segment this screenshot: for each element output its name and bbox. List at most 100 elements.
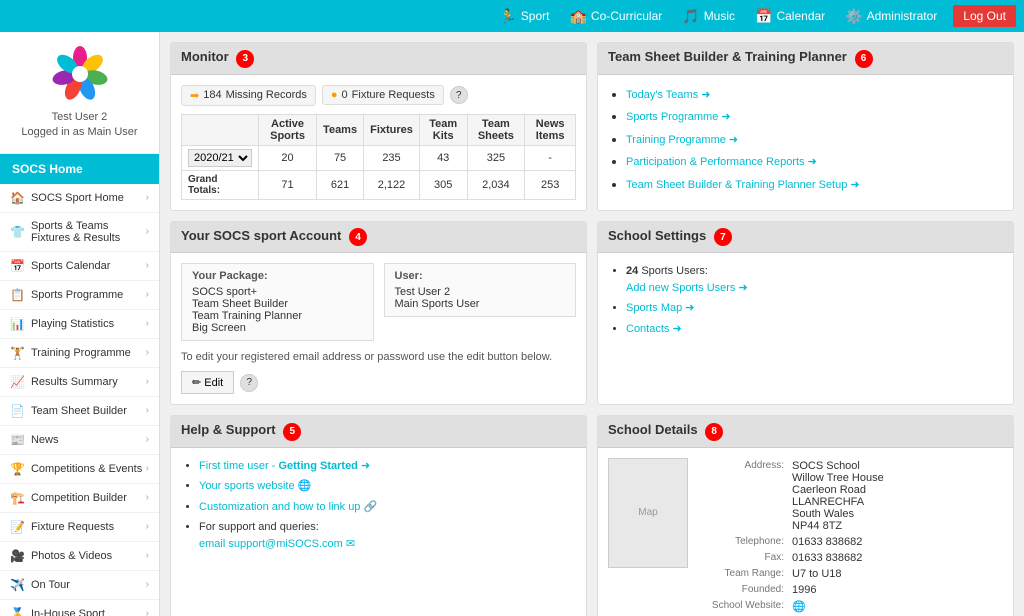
add-users-link[interactable]: Add new Sports Users ➜: [626, 282, 748, 294]
sidebar-item-in-house[interactable]: 🏅 In-House Sport ›: [0, 600, 159, 616]
results-icon: 📈: [10, 375, 25, 389]
monitor-help-button[interactable]: ?: [450, 86, 468, 104]
nav-item-cocurricular[interactable]: 🏫 Co-Curricular: [559, 0, 672, 32]
sports-programme-link[interactable]: Sports Programme ➜: [626, 111, 731, 123]
sidebar-username: Test User 2: [21, 110, 137, 125]
school-team-range-row: Team Range: U7 to U18: [698, 566, 1003, 582]
sidebar-item-sports-programme[interactable]: 📋 Sports Programme ›: [0, 281, 159, 310]
sport-icon: 🏃: [499, 8, 516, 25]
school-details-content: Map Address: SOCS SchoolWillow Tree Hous…: [608, 458, 1003, 616]
sidebar-item-sport-home[interactable]: 🏠 SOCS Sport Home ›: [0, 184, 159, 213]
todays-teams-link[interactable]: Today's Teams ➜: [626, 89, 710, 101]
monitor-row1-kits: 43: [419, 145, 467, 170]
sports-teams-label: Sports & TeamsFixtures & Results: [31, 220, 146, 244]
team-sheet-builder-links: Today's Teams ➜ Sports Programme ➜ Train…: [608, 85, 1003, 194]
first-time-link[interactable]: First time user - Getting Started ➜: [199, 460, 370, 472]
nav-item-sport[interactable]: 🏃 Sport: [489, 0, 559, 32]
sidebar-item-photos-videos[interactable]: 🎥 Photos & Videos ›: [0, 542, 159, 571]
account-help-button[interactable]: ?: [240, 374, 258, 392]
top-navigation: 🏃 Sport 🏫 Co-Curricular 🎵 Music 📅 Calend…: [0, 0, 1024, 32]
missing-records-badge[interactable]: ➡ 184 Missing Records: [181, 85, 316, 106]
account-user-role: Main Sports User: [395, 298, 566, 310]
sports-calendar-label: Sports Calendar: [31, 260, 146, 272]
sports-calendar-icon: 📅: [10, 259, 25, 273]
sidebar-user-info: Test User 2 Logged in as Main User: [21, 110, 137, 141]
playing-stats-icon: 📊: [10, 317, 25, 331]
school-settings-body: 24 Sports Users: Add new Sports Users ➜ …: [598, 253, 1013, 351]
school-map-placeholder: Map: [608, 458, 688, 568]
sidebar-item-on-tour[interactable]: ✈️ On Tour ›: [0, 571, 159, 600]
team-sheet-builder-title: Team Sheet Builder & Training Planner: [608, 49, 847, 64]
sidebar-item-news[interactable]: 📰 News ›: [0, 426, 159, 455]
school-website-row: School Website: 🌐: [698, 598, 1003, 615]
school-settings-sports-map: Sports Map ➜: [626, 300, 1003, 317]
school-website-link[interactable]: 🌐: [792, 601, 806, 613]
monitor-totals-sheets: 2,034: [467, 170, 525, 199]
competitions-label: Competitions & Events: [31, 463, 146, 475]
sports-website-link[interactable]: Your sports website 🌐: [199, 480, 311, 492]
monitor-alerts: ➡ 184 Missing Records ● 0 Fixture Reques…: [181, 85, 576, 106]
dashboard-grid: Monitor 3 ➡ 184 Missing Records ● 0 Fi: [170, 42, 1014, 616]
monitor-row1-teams: 75: [317, 145, 364, 170]
customization-link[interactable]: Customization and how to link up 🔗: [199, 501, 377, 513]
contacts-link[interactable]: Contacts ➜: [626, 323, 682, 335]
monitor-col-year: [182, 114, 259, 145]
monitor-year-select[interactable]: 2020/21: [188, 149, 252, 167]
team-sheet-builder-body: Today's Teams ➜ Sports Programme ➜ Train…: [598, 75, 1013, 208]
nav-cocurricular-label: Co-Curricular: [591, 9, 662, 23]
calendar-icon: 📅: [755, 8, 772, 25]
email-support-link[interactable]: email support@miSOCS.com ✉: [199, 538, 355, 550]
sidebar-user-role: Logged in as Main User: [21, 125, 137, 140]
sidebar-item-sports-calendar[interactable]: 📅 Sports Calendar ›: [0, 252, 159, 281]
edit-button[interactable]: ✏ Edit: [181, 371, 234, 394]
nav-item-calendar[interactable]: 📅 Calendar: [745, 0, 835, 32]
nav-item-music[interactable]: 🎵 Music: [672, 0, 745, 32]
sidebar-item-playing-stats[interactable]: 📊 Playing Statistics ›: [0, 310, 159, 339]
logout-button[interactable]: Log Out: [953, 5, 1016, 27]
sidebar-item-competitions[interactable]: 🏆 Competitions & Events ›: [0, 455, 159, 484]
sidebar-item-training[interactable]: 🏋️ Training Programme ›: [0, 339, 159, 368]
address-label: Address:: [698, 458, 788, 534]
monitor-row-totals: Grand Totals: 71 621 2,122 305 2,034 253: [182, 170, 576, 199]
school-settings-contacts: Contacts ➜: [626, 321, 1003, 338]
sports-users-count: 24: [626, 265, 638, 277]
sidebar-item-sports-teams[interactable]: 👕 Sports & TeamsFixtures & Results ›: [0, 213, 159, 252]
socs-account-card: Your SOCS sport Account 4 Your Package: …: [170, 221, 587, 406]
on-tour-label: On Tour: [31, 579, 146, 591]
sports-teams-arrow: ›: [146, 226, 149, 237]
fixture-requests-arrow: ›: [146, 521, 149, 532]
nav-item-administrator[interactable]: ⚙️ Administrator: [835, 0, 947, 32]
training-icon: 🏋️: [10, 346, 25, 360]
account-user-name: Test User 2: [395, 286, 566, 298]
sidebar-item-results[interactable]: 📈 Results Summary ›: [0, 368, 159, 397]
account-package-row: Your Package: SOCS sport+ Team Sheet Bui…: [181, 263, 576, 341]
sports-calendar-arrow: ›: [146, 260, 149, 271]
monitor-card-body: ➡ 184 Missing Records ● 0 Fixture Reques…: [171, 75, 586, 210]
setup-link[interactable]: Team Sheet Builder & Training Planner Se…: [626, 179, 860, 191]
sports-programme-icon: 📋: [10, 288, 25, 302]
monitor-year-select-cell[interactable]: 2020/21: [182, 145, 259, 170]
fixture-req-icon: ●: [331, 89, 338, 101]
help-support-queries: For support and queries: email support@m…: [199, 519, 576, 552]
school-details-table: Address: SOCS SchoolWillow Tree HouseCae…: [698, 458, 1003, 615]
sports-map-link[interactable]: Sports Map ➜: [626, 302, 695, 314]
sidebar-item-fixture-requests[interactable]: 📝 Fixture Requests ›: [0, 513, 159, 542]
sidebar-item-team-sheet[interactable]: 📄 Team Sheet Builder ›: [0, 397, 159, 426]
in-house-label: In-House Sport: [31, 608, 146, 616]
competitions-arrow: ›: [146, 463, 149, 474]
on-tour-arrow: ›: [146, 579, 149, 590]
monitor-totals-label: Grand Totals:: [182, 170, 259, 199]
tsb-link-sports-programme: Sports Programme ➜: [626, 107, 1003, 126]
help-support-body: First time user - Getting Started ➜ Your…: [171, 448, 586, 567]
sidebar-home-item[interactable]: SOCS Home: [0, 154, 159, 184]
fixture-requests-badge[interactable]: ● 0 Fixture Requests: [322, 85, 444, 105]
missing-records-count: 184: [203, 89, 221, 101]
training-programme-link[interactable]: Training Programme ➜: [626, 134, 738, 146]
package-label: Your Package:: [192, 270, 363, 282]
school-telephone-row: Telephone: 01633 838682: [698, 534, 1003, 550]
sidebar-item-comp-builder[interactable]: 🏗️ Competition Builder ›: [0, 484, 159, 513]
school-settings-header: School Settings 7: [598, 222, 1013, 254]
cocurricular-icon: 🏫: [569, 8, 586, 25]
package-item-3: Team Training Planner: [192, 310, 363, 322]
participation-link[interactable]: Participation & Performance Reports ➜: [626, 156, 817, 168]
